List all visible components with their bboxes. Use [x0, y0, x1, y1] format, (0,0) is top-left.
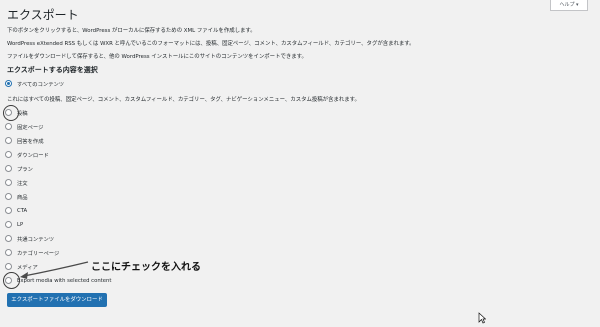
- annotation-text: ここにチェックを入れる: [91, 262, 201, 273]
- annotation-arrow: [20, 261, 89, 279]
- download-export-button[interactable]: エクスポートファイルをダウンロード: [7, 293, 107, 307]
- mouse-cursor-icon: [478, 312, 486, 324]
